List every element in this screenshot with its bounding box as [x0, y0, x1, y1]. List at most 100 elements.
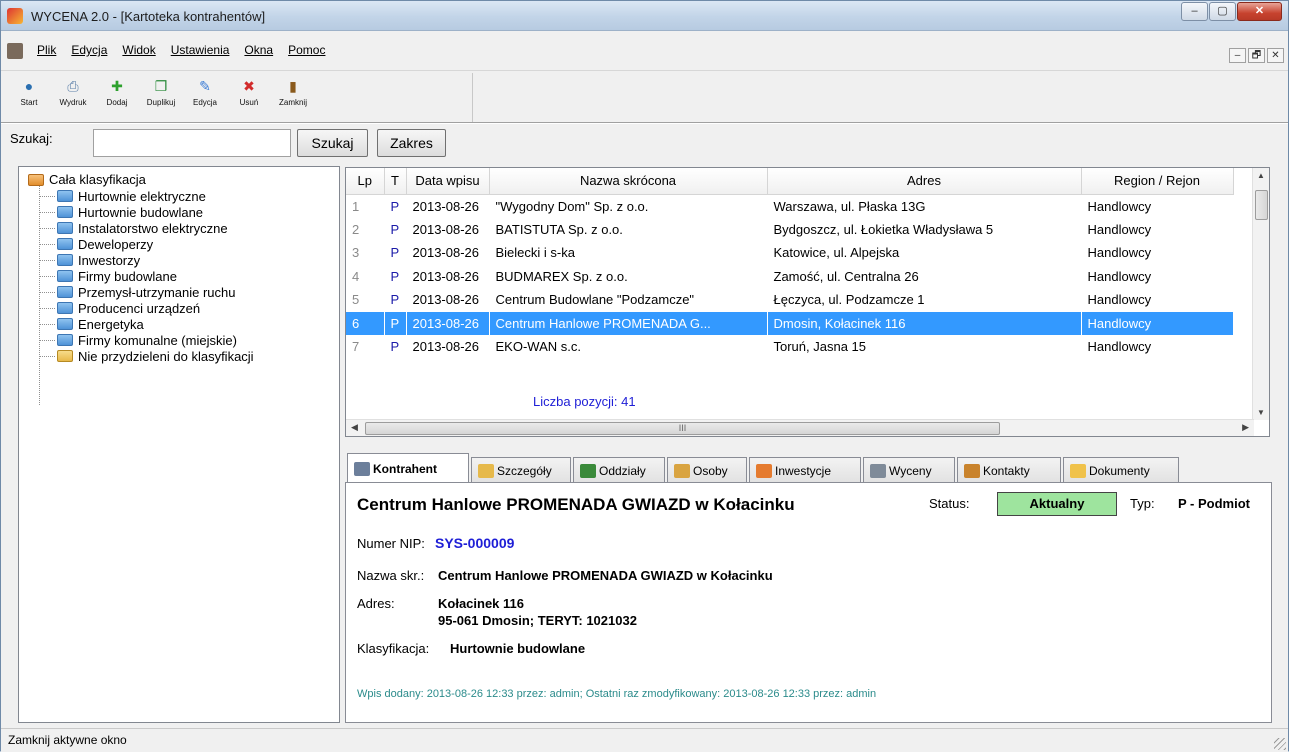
- contractors-table: Lp T Data wpisu Nazwa skrócona Adres Reg…: [346, 168, 1234, 359]
- tree-item[interactable]: Instalatorstwo elektryczne: [57, 220, 228, 236]
- duplicate-button[interactable]: ❐ Duplikuj: [139, 75, 183, 120]
- table-cell: 4: [352, 268, 360, 284]
- tree-item-label: Inwestorzy: [78, 252, 141, 268]
- tab-kontrahent[interactable]: Kontrahent: [347, 453, 469, 483]
- column-header-region[interactable]: Region / Rejon: [1081, 168, 1234, 195]
- tree-item[interactable]: Inwestorzy: [57, 252, 140, 268]
- column-header-address[interactable]: Adres: [767, 168, 1082, 195]
- table-cell: Handlowcy: [1087, 198, 1152, 214]
- table-cell: Warszawa, ul. Płaska 13G: [773, 198, 926, 214]
- tree-item[interactable]: Deweloperzy: [57, 236, 153, 252]
- tree-item[interactable]: Producenci urządzeń: [57, 300, 200, 316]
- menu-edycja[interactable]: Edycja: [71, 43, 107, 57]
- child-window-controls: – 🗗 ✕: [1227, 48, 1284, 63]
- tree-item[interactable]: Firmy komunalne (miejskie): [57, 332, 237, 348]
- column-header-date[interactable]: Data wpisu: [406, 168, 490, 195]
- app-logo-icon: [7, 8, 23, 24]
- tab-label: Oddziały: [599, 463, 646, 478]
- start-button[interactable]: ● Start: [7, 75, 51, 120]
- tab-label: Dokumenty: [1089, 463, 1150, 478]
- table-cell: Handlowcy: [1087, 339, 1152, 355]
- tree-item[interactable]: Nie przydzieleni do klasyfikacji: [57, 348, 254, 364]
- child-window-icon[interactable]: [7, 43, 23, 59]
- classification-value: Hurtownie budowlane: [450, 641, 586, 656]
- minimize-button[interactable]: –: [1181, 2, 1208, 21]
- quotes-icon: [870, 463, 886, 478]
- documents-folder-icon: [1070, 463, 1086, 478]
- table-cell: P: [390, 245, 400, 261]
- vertical-scrollbar[interactable]: ▲ ▼: [1252, 168, 1269, 420]
- table-row[interactable]: 4 P 2013-08-26 BUDMAREX Sp. z o.o. Zamość, u…: [346, 265, 1233, 289]
- close-button[interactable]: ✕: [1237, 2, 1282, 21]
- print-button[interactable]: ⎙ Wydruk: [51, 75, 95, 120]
- table-cell: Toruń, Jasna 15: [773, 339, 867, 355]
- folder-icon: [28, 173, 44, 186]
- edit-button[interactable]: ✎ Edycja: [183, 75, 227, 120]
- menu-pomoc[interactable]: Pomoc: [288, 43, 325, 57]
- tree-item[interactable]: Przemysł-utrzymanie ruchu: [57, 284, 236, 300]
- resize-grip[interactable]: [1274, 738, 1286, 750]
- horizontal-scrollbar[interactable]: ◀ III ▶: [346, 419, 1254, 436]
- scroll-thumb[interactable]: III: [365, 422, 1000, 435]
- table-row[interactable]: 3 P 2013-08-26 Bielecki i s-ka Katowice, ul.…: [346, 241, 1233, 265]
- folder-icon: [57, 206, 73, 218]
- maximize-button[interactable]: ▢: [1209, 2, 1236, 21]
- search-button[interactable]: Szukaj: [297, 129, 368, 157]
- table-row[interactable]: 1 P 2013-08-26 "Wygodny Dom" Sp. z o.o. Wars…: [346, 194, 1233, 218]
- close-window-button[interactable]: ▮ Zamknij: [271, 75, 315, 120]
- menu-plik[interactable]: Plik: [37, 43, 56, 57]
- range-button[interactable]: Zakres: [377, 129, 446, 157]
- classification-tree: Cała klasyfikacja Hurtownie elektryczne H…: [18, 166, 340, 723]
- scroll-up-icon[interactable]: ▲: [1257, 171, 1265, 180]
- scroll-down-icon[interactable]: ▼: [1257, 408, 1265, 417]
- column-header-lp[interactable]: Lp: [346, 168, 385, 195]
- menu-widok[interactable]: Widok: [122, 43, 155, 57]
- tab-szczegóły[interactable]: Szczegóły: [471, 457, 571, 483]
- table-row[interactable]: 5 P 2013-08-26 Centrum Budowlane "Podzamcze…: [346, 288, 1233, 312]
- tree-item-label: Energetyka: [78, 316, 144, 332]
- tab-inwestycje[interactable]: Inwestycje: [749, 457, 861, 483]
- table-row[interactable]: 6 P 2013-08-26 Centrum Hanlowe PROMENADA G.…: [346, 311, 1234, 335]
- menu-okna[interactable]: Okna: [244, 43, 273, 57]
- short-name-label: Nazwa skr.:: [357, 568, 425, 583]
- scroll-right-icon[interactable]: ▶: [1242, 422, 1249, 433]
- column-header-short-name[interactable]: Nazwa skrócona: [489, 168, 768, 195]
- table-cell: Bielecki i s-ka: [495, 245, 575, 261]
- tab-oddziały[interactable]: Oddziały: [573, 457, 665, 483]
- tree-item[interactable]: Firmy budowlane: [57, 268, 177, 284]
- tree-item-label: Hurtownie budowlane: [78, 204, 204, 220]
- table-row[interactable]: 7 P 2013-08-26 EKO-WAN s.c. Toruń, Jasna 15 H…: [346, 335, 1233, 359]
- tab-osoby[interactable]: Osoby: [667, 457, 747, 483]
- tree-item[interactable]: Hurtownie budowlane: [57, 204, 203, 220]
- tree-item[interactable]: Hurtownie elektryczne: [57, 188, 206, 204]
- tree-root-label: Cała klasyfikacja: [49, 172, 146, 187]
- nip-value[interactable]: SYS-000009: [435, 535, 514, 551]
- child-close-button[interactable]: ✕: [1267, 48, 1284, 63]
- tree-branch-line: [39, 324, 55, 325]
- scroll-thumb[interactable]: [1255, 190, 1268, 220]
- tree-item[interactable]: Energetyka: [57, 316, 144, 332]
- column-header-type[interactable]: T: [384, 168, 407, 195]
- scroll-left-icon[interactable]: ◀: [351, 422, 358, 433]
- table-cell: 7: [352, 339, 360, 355]
- type-value: P - Podmiot: [1178, 496, 1250, 511]
- table-cell: 6: [346, 311, 385, 335]
- table-row[interactable]: 2 P 2013-08-26 BATISTUTA Sp. z o.o. Bydgoszc…: [346, 218, 1233, 242]
- tree-root[interactable]: Cała klasyfikacja: [28, 172, 146, 187]
- tab-kontakty[interactable]: Kontakty: [957, 457, 1061, 483]
- tab-dokumenty[interactable]: Dokumenty: [1063, 457, 1179, 483]
- search-input[interactable]: [93, 129, 291, 157]
- add-button[interactable]: ✚ Dodaj: [95, 75, 139, 120]
- child-restore-button[interactable]: 🗗: [1248, 48, 1265, 63]
- delete-button[interactable]: ✖ Usuń: [227, 75, 271, 120]
- menu-ustawienia[interactable]: Ustawienia: [171, 43, 230, 57]
- table-cell: EKO-WAN s.c.: [495, 339, 581, 355]
- start-icon: ●: [24, 78, 34, 94]
- child-minimize-button[interactable]: –: [1229, 48, 1246, 63]
- toolbar: ● Start ⎙ Wydruk ✚ Dodaj ❐ Duplikuj ✎ Edycja …: [7, 75, 315, 120]
- toolbar-label: Start: [20, 98, 38, 107]
- menu-bar: Plik Edycja Widok Ustawienia Okna Pomoc …: [1, 31, 1288, 71]
- edit-icon: ✎: [199, 78, 211, 94]
- tab-wyceny[interactable]: Wyceny: [863, 457, 955, 483]
- title-bar[interactable]: WYCENA 2.0 - [Kartoteka kontrahentów] – …: [1, 1, 1288, 31]
